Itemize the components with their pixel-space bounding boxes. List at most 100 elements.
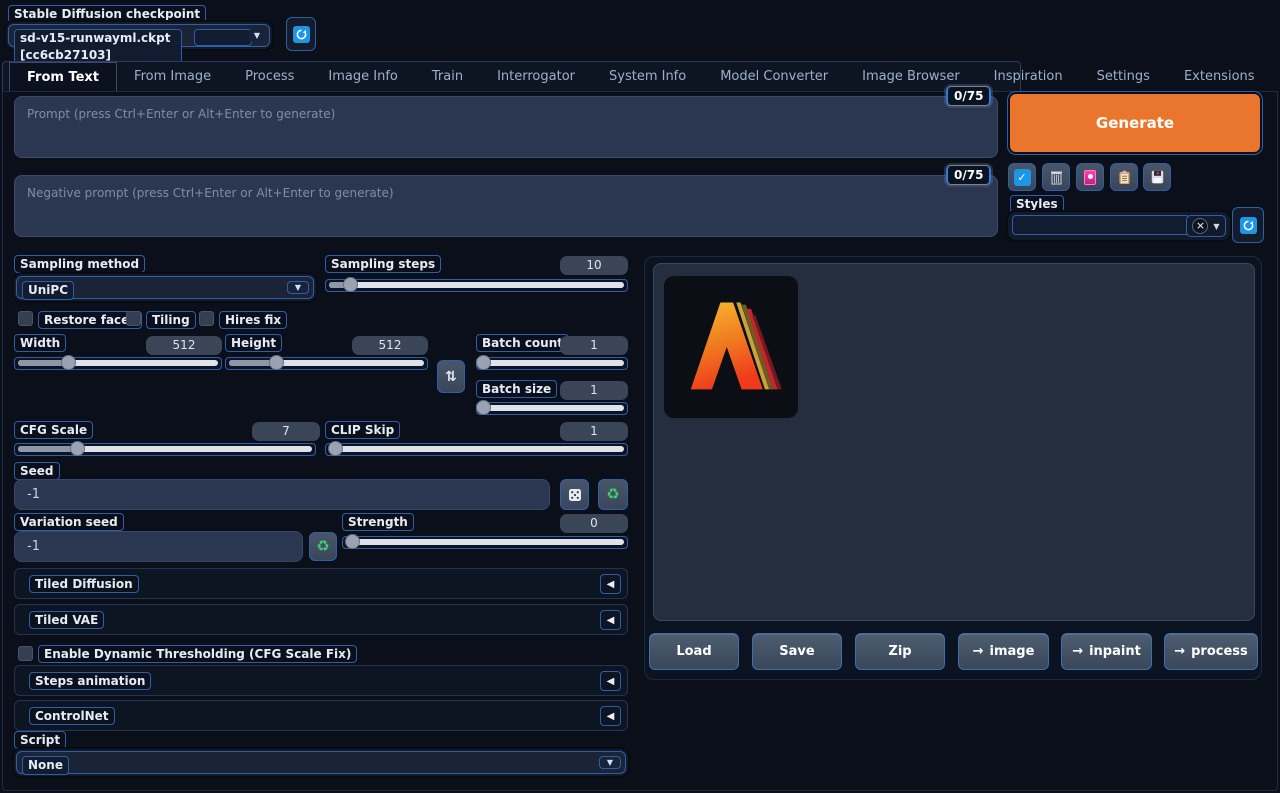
variation-seed-label: Variation seed	[14, 513, 124, 531]
apply-style-button[interactable]	[1110, 163, 1138, 191]
trash-icon	[1050, 170, 1063, 185]
checkpoint-dropdown-field[interactable]: sd-v15-runwayml.ckpt [cc6cb27103] ▼	[8, 24, 270, 47]
sampling-steps-value[interactable]: 10	[560, 256, 628, 275]
save-style-button[interactable]	[1143, 163, 1171, 191]
refresh-icon	[1240, 217, 1257, 234]
reuse-variation-seed-button[interactable]: ♻	[309, 532, 337, 561]
card-icon	[1084, 170, 1096, 185]
random-seed-button[interactable]	[560, 479, 589, 510]
styles-refresh-button[interactable]	[1232, 207, 1264, 243]
strength-value[interactable]: 0	[560, 514, 628, 533]
gallery-thumbnail[interactable]	[664, 276, 798, 418]
height-slider[interactable]	[225, 357, 428, 370]
refresh-icon	[293, 26, 310, 43]
dynamic-thresholding-checkbox[interactable]	[18, 646, 33, 661]
tiled-diffusion-accordion[interactable]: Tiled Diffusion ◀	[14, 568, 628, 599]
chevron-down-icon[interactable]: ▼	[287, 281, 309, 294]
tab-process[interactable]: Process	[228, 62, 311, 91]
chevron-down-icon[interactable]: ▼	[249, 29, 265, 42]
tiling-checkbox[interactable]	[126, 311, 141, 326]
negative-prompt-input[interactable]	[14, 175, 998, 237]
checkpoint-value[interactable]: sd-v15-runwayml.ckpt [cc6cb27103]	[14, 29, 182, 65]
variation-seed-input[interactable]	[14, 531, 303, 562]
chevron-down-icon[interactable]: ▼	[599, 756, 621, 769]
tab-model-converter[interactable]: Model Converter	[703, 62, 845, 91]
sampling-steps-label: Sampling steps	[325, 255, 441, 273]
strength-slider[interactable]	[342, 536, 628, 549]
restore-faces-checkbox[interactable]	[18, 311, 33, 326]
swap-dimensions-button[interactable]: ⇅	[437, 360, 465, 393]
cfg-scale-value[interactable]: 7	[252, 422, 320, 441]
sampling-method-label: Sampling method	[14, 255, 145, 273]
clip-skip-slider[interactable]	[325, 443, 628, 456]
script-dropdown[interactable]: None ▼	[14, 749, 628, 776]
seed-input[interactable]	[14, 479, 550, 510]
width-value[interactable]: 512	[146, 336, 222, 355]
app-logo	[678, 294, 784, 400]
extra-networks-button[interactable]	[1076, 163, 1104, 191]
controlnet-accordion[interactable]: ControlNet ◀	[14, 700, 628, 731]
save-button[interactable]: Save	[752, 633, 842, 670]
tab-system-info[interactable]: System Info	[592, 62, 703, 91]
chevron-left-icon[interactable]: ◀	[600, 706, 621, 726]
reuse-seed-button[interactable]: ♻	[598, 479, 628, 510]
chevron-down-icon[interactable]: ▼	[1213, 222, 1219, 231]
chevron-left-icon[interactable]: ◀	[600, 610, 621, 630]
sampling-steps-slider[interactable]	[325, 279, 628, 292]
tiled-vae-accordion[interactable]: Tiled VAE ◀	[14, 604, 628, 635]
script-value[interactable]: None	[22, 756, 69, 775]
clear-icon[interactable]: ×	[1192, 218, 1208, 234]
generate-button[interactable]: Generate	[1008, 92, 1262, 154]
tab-train[interactable]: Train	[415, 62, 480, 91]
tab-from-text[interactable]: From Text	[9, 62, 117, 91]
script-label: Script	[14, 731, 66, 749]
arrow-right-icon: →	[1174, 644, 1185, 659]
prompt-token-counter: 0/75	[946, 86, 991, 106]
swap-arrows-icon: ⇅	[445, 369, 457, 385]
send-to-inpaint-button[interactable]: → inpaint	[1061, 633, 1152, 670]
height-value[interactable]: 512	[352, 336, 428, 355]
tab-inspiration[interactable]: Inspiration	[977, 62, 1080, 91]
negative-prompt-box	[14, 175, 998, 237]
hires-fix-label: Hires fix	[219, 311, 287, 329]
sampling-method-dropdown[interactable]: UniPC ▼	[14, 274, 316, 301]
app-root: Stable Diffusion checkpoint sd-v15-runwa…	[0, 0, 1280, 793]
hires-fix-checkbox[interactable]	[199, 311, 214, 326]
cfg-scale-slider[interactable]	[14, 443, 316, 456]
tab-image-info[interactable]: Image Info	[311, 62, 414, 91]
clip-skip-value[interactable]: 1	[560, 422, 628, 441]
batch-size-label: Batch size	[476, 380, 557, 398]
tab-settings[interactable]: Settings	[1080, 62, 1167, 91]
chevron-left-icon[interactable]: ◀	[600, 671, 621, 691]
load-button[interactable]: Load	[649, 633, 739, 670]
tab-interrogator[interactable]: Interrogator	[480, 62, 592, 91]
batch-size-slider[interactable]	[476, 402, 628, 415]
clip-skip-label: CLIP Skip	[325, 421, 400, 439]
tab-from-image[interactable]: From Image	[117, 62, 228, 91]
send-to-process-button[interactable]: → process	[1164, 633, 1258, 670]
checkpoint-search-input[interactable]	[194, 29, 252, 46]
sampling-method-value[interactable]: UniPC	[22, 281, 74, 300]
chevron-left-icon[interactable]: ◀	[600, 574, 621, 594]
prompt-input[interactable]	[14, 96, 998, 158]
zip-button[interactable]: Zip	[855, 633, 945, 670]
clear-prompt-button[interactable]	[1042, 163, 1070, 191]
batch-count-slider[interactable]	[476, 357, 628, 370]
tab-extensions[interactable]: Extensions	[1167, 62, 1272, 91]
send-to-inpaint-label: inpaint	[1089, 644, 1141, 659]
output-gallery[interactable]	[653, 263, 1255, 621]
checkpoint-refresh-button[interactable]	[286, 17, 316, 51]
checkpoint-dropdown[interactable]: sd-v15-runwayml.ckpt [cc6cb27103] ▼	[6, 22, 272, 49]
dice-icon	[568, 488, 582, 502]
controlnet-label: ControlNet	[29, 707, 115, 725]
strength-label: Strength	[342, 513, 414, 531]
batch-count-value[interactable]: 1	[560, 336, 628, 355]
width-slider[interactable]	[14, 357, 222, 370]
steps-animation-accordion[interactable]: Steps animation ◀	[14, 665, 628, 696]
batch-size-value[interactable]: 1	[560, 381, 628, 400]
styles-dropdown[interactable]: × ▼	[1008, 212, 1230, 240]
checkpoint-label: Stable Diffusion checkpoint	[8, 5, 206, 23]
read-params-button[interactable]: ✓	[1008, 163, 1036, 191]
styles-input[interactable]	[1012, 215, 1190, 235]
send-to-image-button[interactable]: → image	[958, 633, 1049, 670]
